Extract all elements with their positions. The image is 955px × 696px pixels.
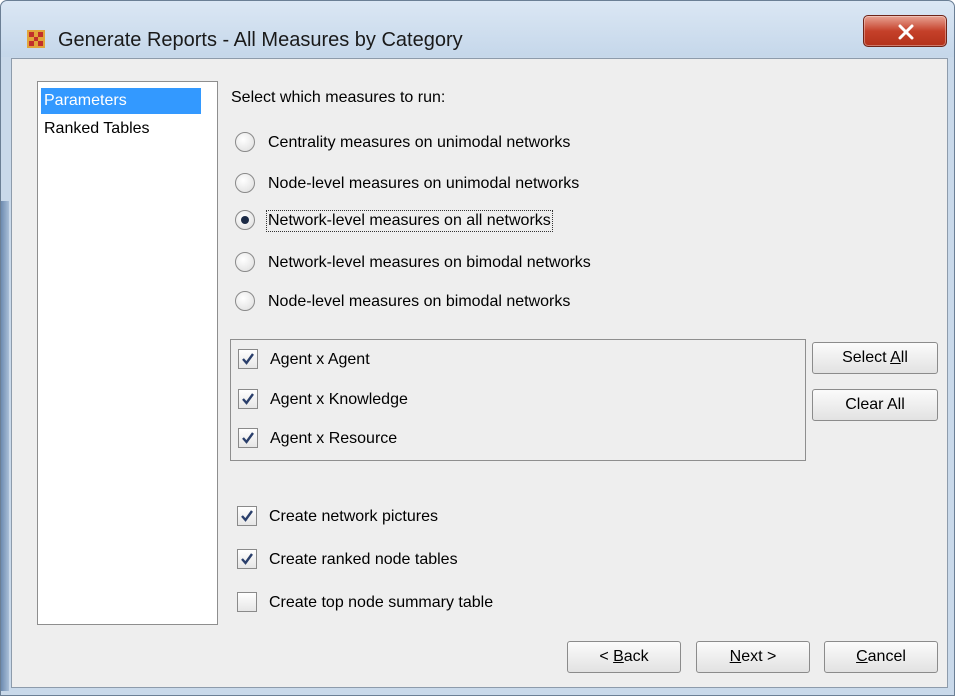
- dialog-content: Parameters Ranked Tables Select which me…: [11, 58, 948, 688]
- checkbox-label[interactable]: Agent x Knowledge: [270, 391, 408, 409]
- button-mnemonic: C: [856, 648, 868, 665]
- navigation-list[interactable]: Parameters Ranked Tables: [37, 81, 218, 625]
- checkmark-icon: [242, 353, 254, 365]
- radio-network-level-bimodal[interactable]: [235, 252, 255, 272]
- radio-label[interactable]: Network-level measures on all networks: [266, 210, 553, 232]
- checkbox-label[interactable]: Agent x Resource: [270, 430, 397, 448]
- grid-app-icon: [27, 30, 45, 48]
- window-frame-edge: [1, 201, 9, 691]
- select-all-button[interactable]: Select All: [812, 342, 938, 374]
- button-text: Select: [842, 349, 891, 366]
- checkbox-agent-x-agent[interactable]: [238, 349, 258, 369]
- measures-heading: Select which measures to run:: [231, 89, 446, 106]
- radio-label[interactable]: Node-level measures on unimodal networks: [268, 175, 579, 193]
- checkbox-create-top-node-summary[interactable]: [237, 592, 257, 612]
- radio-node-level-unimodal[interactable]: [235, 173, 255, 193]
- radio-label[interactable]: Centrality measures on unimodal networks: [268, 134, 570, 152]
- button-text: ll: [900, 349, 908, 366]
- radio-label[interactable]: Network-level measures on bimodal networ…: [268, 254, 591, 272]
- radio-network-level-all[interactable]: [235, 210, 255, 230]
- button-text: <: [599, 648, 614, 665]
- radio-label[interactable]: Node-level measures on bimodal networks: [268, 293, 570, 311]
- checkbox-agent-x-knowledge[interactable]: [238, 389, 258, 409]
- cancel-button[interactable]: Cancel: [824, 641, 938, 673]
- button-mnemonic: A: [890, 349, 901, 366]
- close-button[interactable]: [863, 15, 947, 47]
- close-x-icon: [898, 24, 914, 40]
- checkmark-icon: [242, 432, 254, 444]
- checkbox-label[interactable]: Create network pictures: [269, 508, 438, 526]
- button-text: ack: [623, 648, 649, 665]
- radio-selected-dot: [241, 216, 249, 224]
- button-text: ancel: [867, 648, 906, 665]
- dialog-window: Generate Reports - All Measures by Categ…: [0, 0, 955, 696]
- checkbox-label[interactable]: Agent x Agent: [270, 351, 370, 369]
- clear-all-button[interactable]: Clear All: [812, 389, 938, 421]
- checkbox-agent-x-resource[interactable]: [238, 428, 258, 448]
- checkbox-create-network-pictures[interactable]: [237, 506, 257, 526]
- radio-node-level-bimodal[interactable]: [235, 291, 255, 311]
- button-mnemonic: N: [729, 648, 742, 665]
- checkbox-label[interactable]: Create ranked node tables: [269, 551, 458, 569]
- nav-item-parameters[interactable]: Parameters: [41, 88, 201, 114]
- nav-item-ranked-tables[interactable]: Ranked Tables: [41, 116, 201, 142]
- title-bar[interactable]: Generate Reports - All Measures by Categ…: [1, 1, 954, 57]
- button-text: ext >: [741, 648, 777, 665]
- checkmark-icon: [241, 510, 253, 522]
- checkbox-create-ranked-node-tables[interactable]: [237, 549, 257, 569]
- checkmark-icon: [241, 553, 253, 565]
- back-button[interactable]: < Back: [567, 641, 681, 673]
- button-mnemonic: B: [613, 648, 624, 665]
- network-selection-group: Agent x Agent Agent x Knowledge Agent x …: [230, 339, 806, 461]
- window-title: Generate Reports - All Measures by Categ…: [58, 29, 463, 51]
- checkbox-label[interactable]: Create top node summary table: [269, 594, 493, 612]
- radio-centrality-unimodal[interactable]: [235, 132, 255, 152]
- next-button[interactable]: Next >: [696, 641, 810, 673]
- checkmark-icon: [242, 393, 254, 405]
